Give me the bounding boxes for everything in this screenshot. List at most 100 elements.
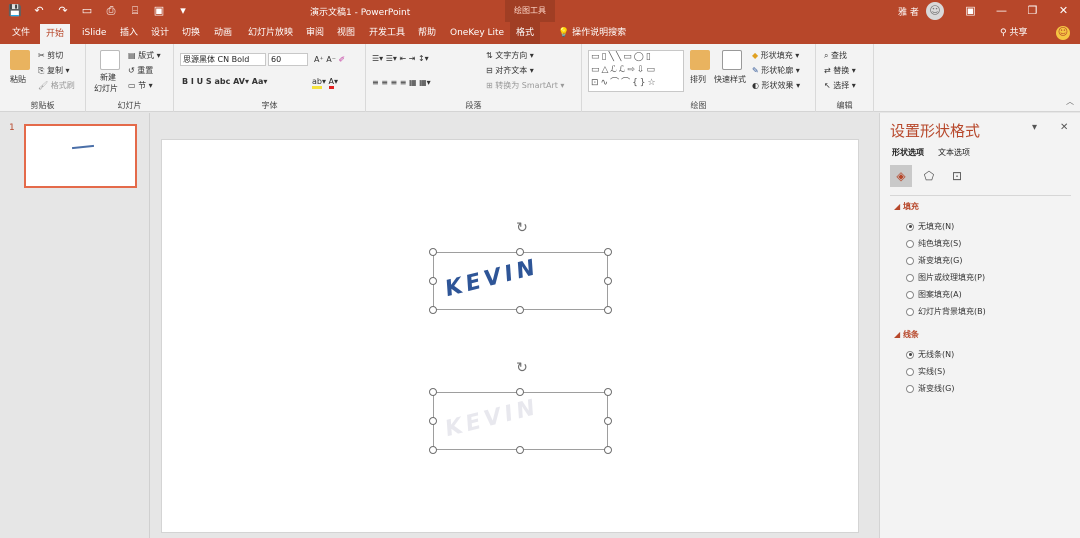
resize-handle[interactable] (429, 248, 437, 256)
tab-animations[interactable]: 动画 (208, 22, 238, 44)
tab-insert[interactable]: 插入 (114, 22, 144, 44)
fill-option-none[interactable]: 无填充(N) (906, 221, 954, 232)
quick-styles-icon[interactable] (722, 50, 742, 70)
resize-handle[interactable] (604, 388, 612, 396)
tell-me-search[interactable]: 💡 操作说明搜索 (558, 22, 626, 44)
restore-icon[interactable]: ❐ (1017, 0, 1048, 22)
replace-button[interactable]: ⇄ 替换 ▾ (824, 65, 856, 77)
pane-close-icon[interactable]: ✕ (1060, 122, 1068, 133)
tab-format[interactable]: 格式 (510, 22, 541, 44)
highlight-font-color-buttons[interactable]: ab▾ A▾ (312, 76, 338, 89)
resize-handle[interactable] (429, 388, 437, 396)
resize-handle[interactable] (604, 306, 612, 314)
minimize-icon[interactable]: — (986, 0, 1017, 22)
undo-icon[interactable]: ↶ (32, 3, 46, 19)
layout-icon[interactable]: ⌸ (128, 3, 142, 19)
redo-icon[interactable]: ↷ (56, 3, 70, 19)
fill-option-gradient[interactable]: 渐变填充(G) (906, 255, 962, 266)
layout-button[interactable]: ▤ 版式 ▾ (128, 50, 161, 62)
quick-styles-button[interactable]: 快速样式 (714, 74, 746, 86)
resize-handle[interactable] (429, 306, 437, 314)
line-option-gradient[interactable]: 渐变线(G) (906, 383, 954, 394)
resize-handle[interactable] (604, 248, 612, 256)
new-slide-icon[interactable] (100, 50, 120, 70)
save-icon[interactable]: 💾 (8, 3, 22, 19)
radio-button[interactable] (906, 290, 914, 299)
print-icon[interactable]: ⎙ (104, 3, 118, 19)
resize-handle[interactable] (516, 388, 524, 396)
find-button[interactable]: ⌕ 查找 (824, 50, 847, 62)
tab-text-options[interactable]: 文本选项 (938, 147, 970, 158)
tab-developer[interactable]: 开发工具 (363, 22, 411, 44)
shape-fill-button[interactable]: ◆ 形状填充 ▾ (752, 50, 799, 62)
radio-button[interactable] (906, 239, 914, 248)
radio-button[interactable] (906, 350, 914, 359)
tab-design[interactable]: 设计 (145, 22, 175, 44)
shape-effects-button[interactable]: ◐ 形状效果 ▾ (752, 80, 800, 92)
line-section-header[interactable]: ◢ 线条 (894, 329, 919, 340)
tab-view[interactable]: 视图 (331, 22, 361, 44)
pane-options-chevron-icon[interactable]: ▾ (1032, 122, 1037, 133)
collapse-ribbon-icon[interactable]: ︿ (1066, 96, 1074, 108)
resize-handle[interactable] (516, 446, 524, 454)
resize-handle[interactable] (516, 306, 524, 314)
new-slide-label-2[interactable]: 幻灯片 (94, 83, 118, 95)
size-properties-icon[interactable]: ⊡ (946, 165, 968, 187)
close-icon[interactable]: ✕ (1048, 0, 1079, 22)
screen-icon[interactable]: ▣ (152, 3, 166, 19)
present-icon[interactable]: ▭ (80, 3, 94, 19)
resize-handle[interactable] (604, 446, 612, 454)
radio-button[interactable] (906, 307, 914, 316)
font-name-select[interactable]: 思源黑体 CN Bold (180, 53, 266, 66)
fill-option-slide-background[interactable]: 幻灯片背景填充(B) (906, 306, 986, 317)
resize-handle[interactable] (516, 248, 524, 256)
resize-handle[interactable] (604, 417, 612, 425)
feedback-smiley-icon[interactable]: ☺ (1056, 26, 1070, 40)
radio-button[interactable] (906, 256, 914, 265)
rotate-handle-icon[interactable]: ↻ (515, 361, 529, 375)
line-option-solid[interactable]: 实线(S) (906, 366, 945, 377)
resize-handle[interactable] (604, 277, 612, 285)
resize-handle[interactable] (429, 417, 437, 425)
slide-canvas[interactable]: ↻ KEVIN ↻ KEVIN (161, 139, 859, 533)
rotate-handle-icon[interactable]: ↻ (515, 221, 529, 235)
tab-file[interactable]: 文件 (6, 22, 36, 44)
copy-button[interactable]: ⎘ 复制 ▾ (38, 65, 70, 77)
line-option-none[interactable]: 无线条(N) (906, 349, 954, 360)
customize-qat-icon[interactable]: ▾ (176, 3, 190, 19)
radio-button[interactable] (906, 222, 914, 231)
shapes-gallery[interactable]: ▭▯╲╲▭◯▯ ▭△ℒℒ⇨⇩▭ ⊡∿⌒⌒{}☆ (588, 50, 684, 92)
tab-transitions[interactable]: 切换 (176, 22, 206, 44)
fill-line-icon[interactable]: ◈ (890, 165, 912, 187)
align-text-button[interactable]: ⊟ 对齐文本 ▾ (486, 65, 534, 77)
section-button[interactable]: ▭ 节 ▾ (128, 80, 153, 92)
effects-icon[interactable]: ⬠ (918, 165, 940, 187)
cut-button[interactable]: ✂ 剪切 (38, 50, 63, 62)
reset-button[interactable]: ↺ 重置 (128, 65, 153, 77)
font-format-buttons[interactable]: B I U S abc AV▾ Aa▾ (182, 76, 267, 88)
radio-button[interactable] (906, 384, 914, 393)
smartart-button[interactable]: ⊞ 转换为 SmartArt ▾ (486, 80, 564, 92)
tab-islide[interactable]: iSlide (76, 22, 112, 44)
format-painter-button[interactable]: 🖌 格式刷 (38, 80, 75, 92)
user-name[interactable]: 雅 者 (898, 5, 919, 18)
alignment-buttons[interactable]: ≡ ≡ ≡ ≡ ▦ ▦▾ (372, 77, 431, 89)
paste-button[interactable]: 粘贴 (10, 74, 26, 86)
fill-option-picture[interactable]: 图片或纹理填充(P) (906, 272, 985, 283)
tab-review[interactable]: 审阅 (300, 22, 330, 44)
text-direction-button[interactable]: ⇅ 文字方向 ▾ (486, 50, 534, 62)
fill-section-header[interactable]: ◢ 填充 (894, 201, 919, 212)
font-size-buttons[interactable]: A⁺ A⁻ ✐ (314, 54, 345, 66)
arrange-button[interactable]: 排列 (690, 74, 706, 86)
shape-outline-button[interactable]: ✎ 形状轮廓 ▾ (752, 65, 800, 77)
share-button[interactable]: ⚲ 共享 (1000, 22, 1027, 44)
paste-icon[interactable] (10, 50, 30, 70)
radio-button[interactable] (906, 367, 914, 376)
tab-help[interactable]: 帮助 (412, 22, 442, 44)
tab-slideshow[interactable]: 幻灯片放映 (242, 22, 299, 44)
resize-handle[interactable] (429, 446, 437, 454)
list-indent-buttons[interactable]: ☰▾ ☰▾ ⇤ ⇥ ↕▾ (372, 53, 429, 65)
tab-home[interactable]: 开始 (40, 24, 71, 44)
select-button[interactable]: ↖ 选择 ▾ (824, 80, 856, 92)
font-size-select[interactable]: 60 (268, 53, 308, 66)
